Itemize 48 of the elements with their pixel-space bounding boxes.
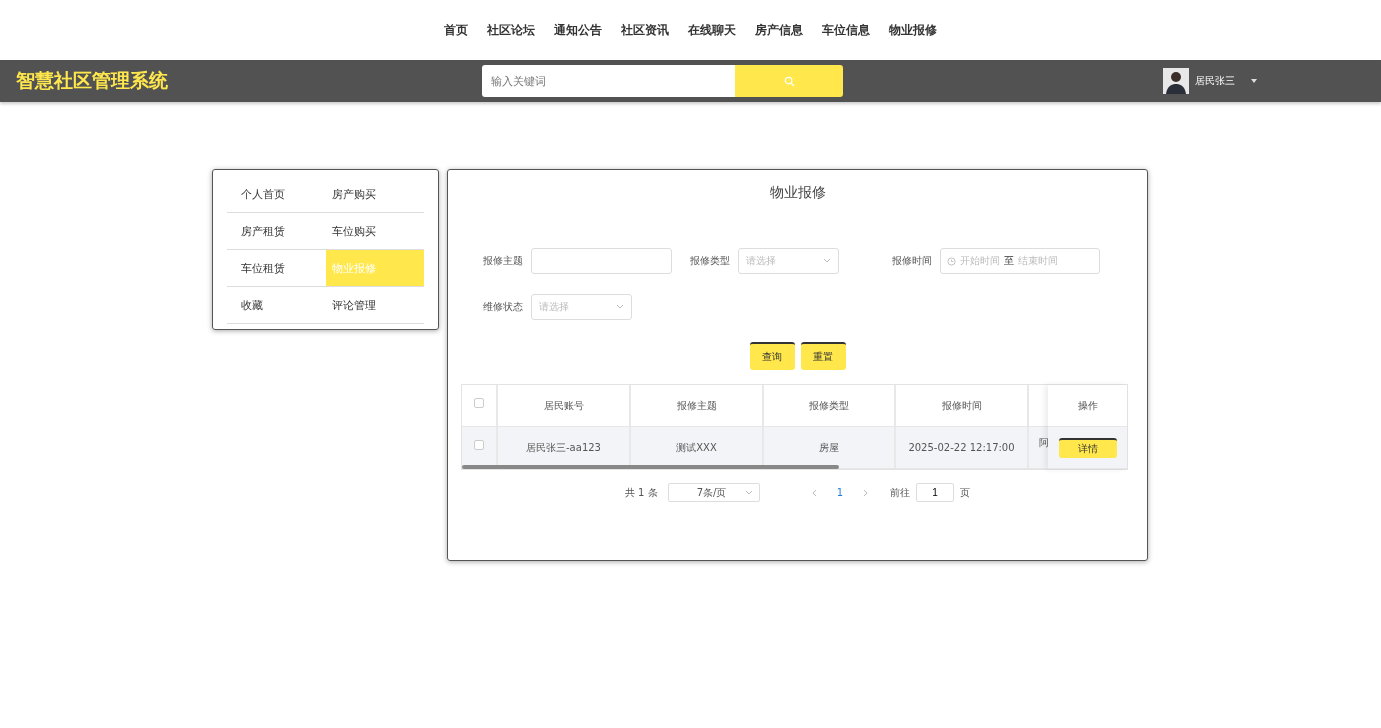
sidebar-item[interactable]: 评论管理	[325, 287, 424, 324]
chevron-down-icon	[744, 489, 753, 496]
date-range-field[interactable]: 开始时间 至 结束时间	[940, 248, 1100, 274]
clock-icon	[947, 256, 956, 266]
table-cell: 阿	[1039, 436, 1049, 450]
search-field[interactable]: 输入关键词	[482, 65, 735, 97]
search-icon	[783, 75, 795, 87]
nav-link[interactable]: 物业报修	[889, 21, 937, 39]
page-number[interactable]: 1	[836, 487, 844, 498]
goto-label: 前往	[890, 485, 911, 500]
sidebar-item[interactable]: 车位租赁	[227, 250, 326, 287]
sidebar-item[interactable]: 房产租赁	[227, 213, 326, 250]
total-count: 共 1 条	[624, 485, 658, 500]
search-button[interactable]	[735, 65, 843, 97]
nav-link[interactable]: 在线聊天	[688, 21, 736, 39]
avatar	[1163, 68, 1189, 94]
checkbox[interactable]	[474, 398, 484, 408]
checkbox[interactable]	[474, 440, 484, 450]
detail-button[interactable]: 详情	[1058, 437, 1117, 458]
prev-page-icon[interactable]	[811, 488, 817, 497]
table-cell: 2025-02-22 12:17:00	[896, 427, 1029, 468]
filter-label: 报修时间	[892, 254, 932, 268]
subject-input[interactable]	[531, 248, 672, 274]
query-button[interactable]: 查询	[749, 342, 795, 370]
caret-down-icon[interactable]	[1251, 79, 1257, 83]
nav-link[interactable]: 通知公告	[554, 21, 602, 39]
nav-link[interactable]: 首页	[444, 21, 468, 39]
sidebar-item[interactable]: 个人首页	[227, 176, 326, 213]
nav-link[interactable]: 社区论坛	[487, 21, 535, 39]
page-size-select[interactable]: 7条/页	[667, 483, 760, 502]
sidebar-item[interactable]: 房产购买	[325, 176, 424, 213]
nav-link[interactable]: 社区资讯	[621, 21, 669, 39]
chevron-down-icon	[823, 258, 831, 264]
nav-link[interactable]: 车位信息	[822, 21, 870, 39]
filter-label: 维修状态	[483, 300, 523, 314]
filter-label: 报修主题	[483, 254, 523, 268]
page-unit: 页	[960, 485, 971, 500]
reset-button[interactable]: 重置	[800, 342, 846, 370]
sidebar-item[interactable]: 收藏	[227, 287, 326, 324]
user-name[interactable]: 居民张三	[1195, 74, 1235, 88]
column-header: 操作	[1048, 385, 1127, 427]
panel-title: 物业报修	[768, 184, 827, 202]
nav-link[interactable]: 房产信息	[755, 21, 803, 39]
filter-label: 报修类型	[690, 254, 730, 268]
next-page-icon[interactable]	[863, 488, 869, 497]
logo: 智慧社区管理系统	[16, 68, 169, 93]
goto-page-field[interactable]: 1	[916, 483, 955, 502]
chevron-down-icon	[616, 304, 624, 310]
